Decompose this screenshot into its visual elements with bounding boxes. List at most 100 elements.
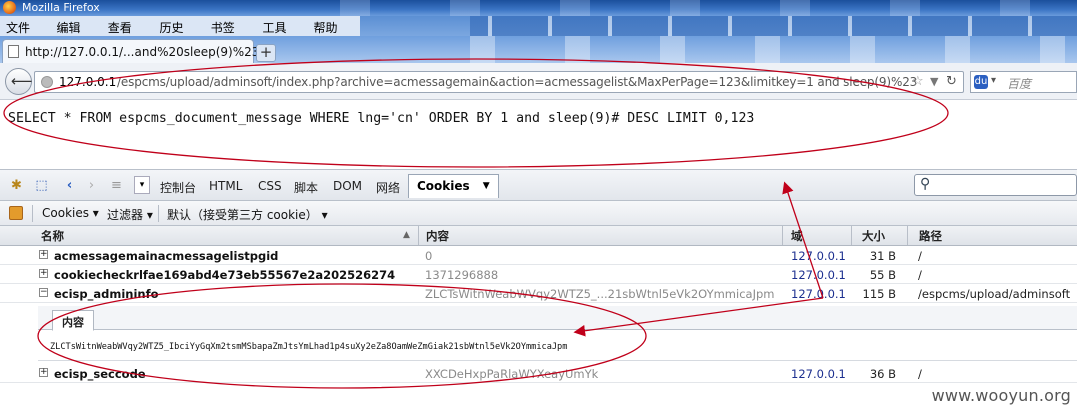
cookie-full-value: ZLCTsWitnWeabWVqy2WTZ5_IbciYyGqXm2tsmMSb… [50,342,568,352]
column-size-header[interactable]: 大小 [862,228,885,244]
table-row[interactable]: + cookiecheckrlfae169abd4e73eb55567e2a20… [0,265,1077,284]
cookie-path: / [918,268,922,282]
collapse-toggle-icon[interactable]: − [39,288,48,297]
desktop-background [300,0,1077,16]
table-row[interactable]: + acmessagemainacmessagelistpgid 0 127.0… [0,246,1077,265]
engine-dropdown-icon[interactable]: ▾ [991,75,996,86]
inspect-icon[interactable]: ⬚ [33,178,50,193]
browser-tab[interactable]: http://127.0.0.1/...and%20sleep(9)%23 [2,39,259,63]
cookie-value: ZLCTsWitnWeabWVqy2WTZ5_...21sbWtnl5eVk2O… [425,287,775,301]
cookie-domain: 127.0.0.1 [791,249,846,263]
cookie-name: acmessagemainacmessagelistpgid [54,249,279,263]
cookie-size: 115 B [862,287,897,301]
separator [32,205,33,222]
column-separator[interactable] [782,226,783,245]
column-separator[interactable] [851,226,852,245]
tab-cookies-label: Cookies [417,179,470,193]
table-row[interactable]: − ecisp_admininfo ZLCTsWitnWeabWVqy2WTZ5… [0,284,1077,303]
cookie-detail-panel: 内容 ZLCTsWitnWeabWVqy2WTZ5_IbciYyGqXm2tsm… [38,304,1077,361]
cookie-value: 1371296888 [425,268,499,282]
cookie-path: / [918,367,922,381]
watermark: www.wooyun.org [931,386,1071,405]
column-path-header[interactable]: 路径 [919,228,942,244]
cookie-table-header: 名称 ▲ 内容 域 大小 路径 [0,226,1077,246]
expand-toggle-icon[interactable]: + [39,269,48,278]
detail-tab-strip: 内容 [38,306,1077,331]
cookie-size: 55 B [869,268,896,282]
url-path: /espcms/upload/adminsoft/index.php?archi… [117,75,918,89]
tab-value[interactable]: 内容 [52,310,94,331]
firebug-icon[interactable]: ✱ [8,178,25,193]
expand-toggle-icon[interactable]: + [39,368,48,377]
menu-tools[interactable]: 工具(T) [257,16,308,50]
cookie-name: ecisp_admininfo [54,287,159,301]
url-bar[interactable]: 127.0.0.1 /espcms/upload/adminsoft/index… [34,71,964,93]
column-separator[interactable] [418,226,419,245]
search-placeholder: 百度 [1007,77,1032,91]
firebug-search-input[interactable]: ⚲ [914,174,1077,196]
column-domain-header[interactable]: 域 [791,228,803,244]
url-host: 127.0.0.1 [59,75,117,89]
cookie-name: ecisp_seccode [54,367,146,381]
menu-file[interactable]: 文件(F) [0,16,51,50]
expand-toggle-icon[interactable]: + [39,250,48,259]
dropdown-icon[interactable]: ▾ [134,176,150,194]
column-separator[interactable] [907,226,908,245]
chevron-down-icon[interactable]: ▼ [483,181,490,191]
cookie-value: XXCDeHxpPaRlaWYXeayUmYk [425,367,599,381]
sql-query-output: SELECT * FROM espcms_document_message WH… [8,111,755,126]
column-name-header[interactable]: 名称 [41,228,64,244]
tab-strip: http://127.0.0.1/...and%20sleep(9)%23 + [0,36,1077,63]
cookies-menu-button[interactable]: Cookies ▾ [42,206,99,220]
column-value-header[interactable]: 内容 [426,228,449,244]
bookmark-star-icon[interactable]: ☆ [912,74,924,89]
filter-menu-button[interactable]: 过滤器 ▾ [107,206,153,223]
firebug-toolbar: ✱ ⬚ ‹ › ≡ ▾ 控制台 HTML CSS 脚本 DOM 网络 Cooki… [0,169,1077,201]
menu-edit[interactable]: 编辑(E) [51,16,102,50]
tab-net[interactable]: 网络 [376,179,400,196]
url-dropdown-icon[interactable]: ▼ [930,75,938,88]
menu-help[interactable]: 帮助(H) [307,16,360,50]
cookie-value: 0 [425,249,433,263]
cookie-toolbar: Cookies ▾ 过滤器 ▾ 默认（接受第三方 cookie） ▾ [0,201,1077,226]
navigation-bar: ⟵ 127.0.0.1 /espcms/upload/adminsoft/ind… [0,63,1077,100]
cookie-jar-icon[interactable] [9,206,23,220]
sort-arrow-icon[interactable]: ▲ [403,230,410,240]
table-row[interactable]: + ecisp_seccode XXCDeHxpPaRlaWYXeayUmYk … [0,364,1077,383]
cookie-domain: 127.0.0.1 [791,367,846,381]
search-box[interactable]: du ▾ 百度 [970,71,1077,93]
search-icon: ⚲ [920,176,931,192]
cookie-path: / [918,249,922,263]
menu-bookmarks[interactable]: 书签(B) [205,16,257,50]
desktop-background [440,36,1077,63]
menu-bar: 文件(F) 编辑(E) 查看(V) 历史(S) 书签(B) 工具(T) 帮助(H… [0,16,1077,50]
forward-icon[interactable]: › [83,178,100,193]
reload-icon[interactable]: ↻ [946,74,957,89]
cookie-domain: 127.0.0.1 [791,268,846,282]
title-bar: Mozilla Firefox [0,0,1077,16]
menu-history[interactable]: 历史(S) [153,16,204,50]
cookie-name: cookiecheckrlfae169abd4e73eb55567e2a2025… [54,268,396,282]
list-icon[interactable]: ≡ [108,178,125,193]
page-icon [8,45,19,58]
tab-css[interactable]: CSS [258,179,282,193]
firefox-icon [3,1,16,14]
baidu-engine-icon[interactable]: du [974,75,988,89]
window-title: Mozilla Firefox [22,1,100,14]
tab-cookies[interactable]: Cookies ▼ [408,174,499,198]
tab-console[interactable]: 控制台 [160,179,196,196]
tab-script[interactable]: 脚本 [294,179,318,196]
tab-dom[interactable]: DOM [333,179,362,193]
page-content: SELECT * FROM espcms_document_message WH… [0,100,1077,169]
back-icon[interactable]: ‹ [61,178,78,193]
cookie-path: /espcms/upload/adminsoft [918,287,1071,301]
tab-html[interactable]: HTML [209,179,242,193]
back-button[interactable]: ⟵ [5,68,33,95]
new-tab-button[interactable]: + [256,44,276,62]
separator [158,205,159,222]
cookie-size: 36 B [869,367,896,381]
menu-view[interactable]: 查看(V) [102,16,154,50]
site-identity-icon[interactable] [41,76,53,88]
default-policy-menu-button[interactable]: 默认（接受第三方 cookie） ▾ [167,206,328,223]
cookie-size: 31 B [869,249,896,263]
